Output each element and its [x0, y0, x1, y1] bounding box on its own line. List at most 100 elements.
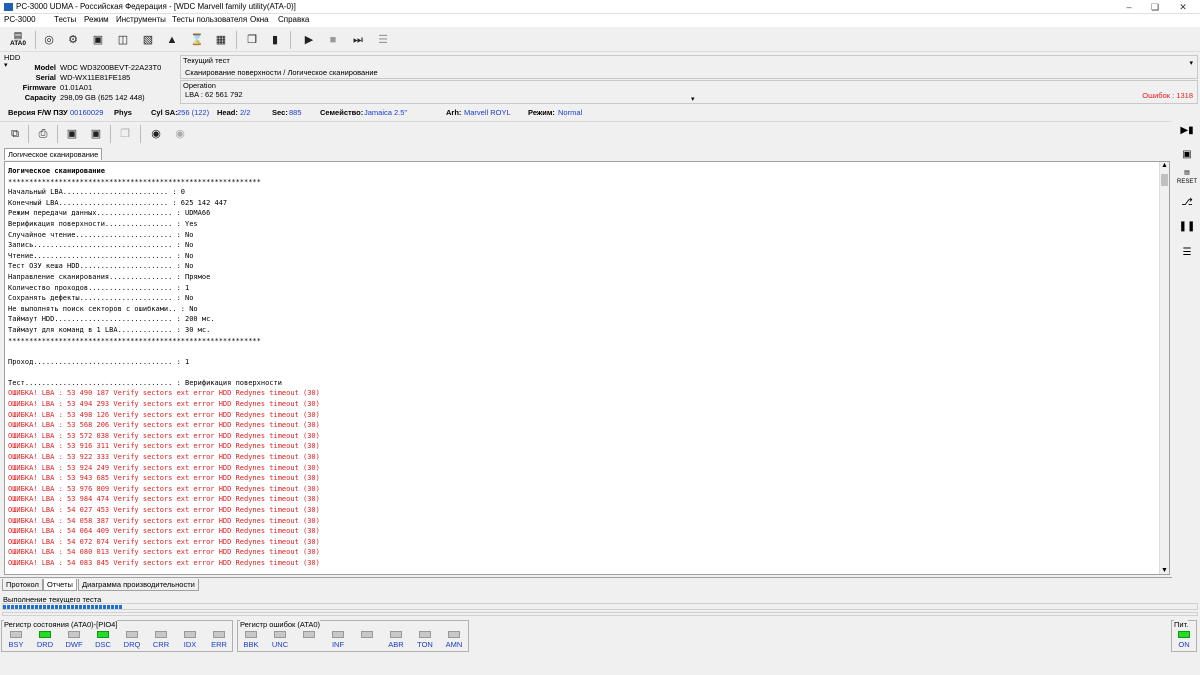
- register-led: [245, 631, 257, 638]
- power-label: Пит.: [1174, 620, 1189, 629]
- register-led-label: BBK: [243, 640, 259, 649]
- ata-port-icon[interactable]: ▶▮: [1176, 121, 1198, 141]
- chevron-down-icon[interactable]: ▾: [1189, 59, 1193, 67]
- menu-user-tests[interactable]: Тесты пользователя: [172, 15, 247, 24]
- separator: [110, 125, 111, 143]
- reset-icon[interactable]: ▤ RESET: [1176, 169, 1198, 189]
- operation-panel: Operation LBA : 62 561 792 ▾ Ошибок : 13…: [180, 80, 1198, 104]
- right-toolbar: ▶▮ ▣ ▤ RESET ⎇ ❚❚ ☰: [1174, 119, 1200, 267]
- binoculars-icon[interactable]: ◎: [40, 31, 58, 49]
- error-line: ОШИБКА! LBA : 54 080 013 Verify sectors …: [8, 548, 320, 557]
- maximize-icon[interactable]: ❏: [1144, 0, 1166, 14]
- error-register-label: Регистр ошибок (ATA0): [240, 620, 321, 629]
- register-led: [213, 631, 225, 638]
- minimize-icon[interactable]: –: [1118, 0, 1140, 14]
- menu-bar: PC-3000 Тесты Режим Инструменты Тесты по…: [0, 14, 1200, 27]
- error-register: Регистр ошибок (ATA0) BBK UNC INF ABR TON AMN: [237, 620, 469, 652]
- power-led: [1178, 631, 1190, 638]
- log-view[interactable]: Логическое сканирование *****************…: [4, 161, 1170, 575]
- tab-logical-scan[interactable]: Логическое сканирование: [4, 148, 103, 160]
- terminal-icon[interactable]: ▮: [266, 31, 284, 49]
- find-next-icon[interactable]: ◉: [171, 125, 189, 143]
- drive-icon: ▤: [13, 30, 23, 40]
- menu-mode[interactable]: Режим: [84, 15, 109, 24]
- register-led-label: DWF: [65, 640, 83, 649]
- serial-label: Serial: [35, 73, 56, 82]
- head-label: Head:: [217, 108, 238, 117]
- tab-reports[interactable]: Отчеты: [43, 579, 77, 591]
- current-test-value: Сканирование поверхности / Логическое ск…: [185, 68, 378, 77]
- error-line: ОШИБКА! LBA : 53 572 038 Verify sectors …: [8, 431, 320, 440]
- chevron-down-icon[interactable]: ▾: [691, 95, 695, 103]
- tab-protocol[interactable]: Протокол: [2, 579, 43, 591]
- play-icon[interactable]: ▶: [300, 31, 318, 49]
- register-led-label: BSY: [8, 640, 24, 649]
- register-led: [303, 631, 315, 638]
- log-line: Тест................................... …: [8, 378, 282, 387]
- board-icon[interactable]: ◫: [114, 31, 132, 49]
- current-test-panel: Текущий тест Сканирование поверхности / …: [180, 55, 1198, 79]
- error-line: ОШИБКА! LBA : 54 072 074 Verify sectors …: [8, 537, 320, 546]
- register-led: [448, 631, 460, 638]
- status-register-label: Регистр состояния (ATA0)-[PIO4]: [4, 620, 118, 629]
- heads-icon[interactable]: ▲: [163, 31, 181, 49]
- progress-fill: [3, 605, 123, 609]
- drive-info-bar: Версия F/W ПЗУ 00160029 Phys Cyl SA: 256…: [0, 107, 1200, 119]
- register-led-label: DRQ: [123, 640, 141, 649]
- close-icon[interactable]: ✕: [1172, 0, 1194, 14]
- list-icon[interactable]: ☰: [1176, 243, 1198, 263]
- log-line: Количество проходов.................... …: [8, 283, 190, 292]
- stop-icon[interactable]: ■: [324, 31, 342, 49]
- save-as-icon[interactable]: ▣: [87, 125, 105, 143]
- log-line: Чтение................................. …: [8, 251, 194, 260]
- separator: [57, 125, 58, 143]
- app-icon: [4, 3, 13, 11]
- save-icon[interactable]: ▣: [63, 125, 81, 143]
- menu-windows[interactable]: Окна: [250, 15, 269, 24]
- scroll-thumb[interactable]: [1161, 174, 1168, 186]
- scroll-down-icon[interactable]: ▼: [1161, 567, 1168, 574]
- log-text: Логическое сканирование *****************…: [8, 166, 320, 569]
- error-line: ОШИБКА! LBA : 53 498 126 Verify sectors …: [8, 410, 320, 419]
- log-line: Направление сканирования............... …: [8, 272, 211, 281]
- error-line: ОШИБКА! LBA : 53 976 809 Verify sectors …: [8, 484, 320, 493]
- register-led-label: ABR: [388, 640, 404, 649]
- board-icon[interactable]: ▣: [1176, 145, 1198, 165]
- menu-tests[interactable]: Тесты: [54, 15, 76, 24]
- copy-icon[interactable]: ❐: [116, 125, 134, 143]
- tab-performance-diagram[interactable]: Диаграмма производительности: [78, 579, 199, 591]
- power-icon[interactable]: ⎇: [1176, 193, 1198, 213]
- model-label: Model: [34, 63, 56, 72]
- register-led-label: ERR: [211, 640, 227, 649]
- menu-help[interactable]: Справка: [278, 15, 309, 24]
- power-on-label: ON: [1178, 640, 1190, 649]
- find-icon[interactable]: ◉: [147, 125, 165, 143]
- log-scrollbar[interactable]: ▲ ▼: [1159, 162, 1169, 574]
- copy-window-icon[interactable]: ❐: [243, 31, 261, 49]
- ata0-button[interactable]: ▤ ATA0: [6, 30, 30, 50]
- scroll-up-icon[interactable]: ▲: [1161, 162, 1168, 169]
- print-icon[interactable]: ⎙: [34, 125, 52, 143]
- skip-icon[interactable]: ⏭: [349, 31, 367, 49]
- pause-icon[interactable]: ❚❚: [1176, 217, 1198, 237]
- menu-pc3000[interactable]: PC-3000: [4, 15, 36, 24]
- status-register: Регистр состояния (ATA0)-[PIO4] BSY DRD DW…: [1, 620, 233, 652]
- hourglass-icon[interactable]: ⌛: [188, 31, 206, 49]
- hdd-info: HDD ▾ Model WDC WD3200BEVT-22A23T0 Seria…: [2, 53, 176, 105]
- grid-icon[interactable]: ▦: [212, 31, 230, 49]
- error-line: ОШИБКА! LBA : 54 027 453 Verify sectors …: [8, 506, 320, 514]
- family-value: Jamaica 2.5": [364, 108, 408, 117]
- register-led: [332, 631, 344, 638]
- error-line: ОШИБКА! LBA : 53 943 685 Verify sectors …: [8, 474, 320, 483]
- chip-icon[interactable]: ▣: [89, 31, 107, 49]
- gear-icon[interactable]: ⚙: [64, 31, 82, 49]
- separator: [236, 31, 237, 49]
- hdd-icon[interactable]: ▧: [139, 31, 157, 49]
- log-line: Сохранять дефекты...................... …: [8, 294, 194, 303]
- open-icon[interactable]: ⧉: [6, 125, 24, 143]
- menu-tools[interactable]: Инструменты: [116, 15, 166, 24]
- list-icon[interactable]: ☰: [374, 31, 392, 49]
- register-led-label: IDX: [183, 640, 197, 649]
- power-indicator: Пит. ON: [1171, 620, 1197, 652]
